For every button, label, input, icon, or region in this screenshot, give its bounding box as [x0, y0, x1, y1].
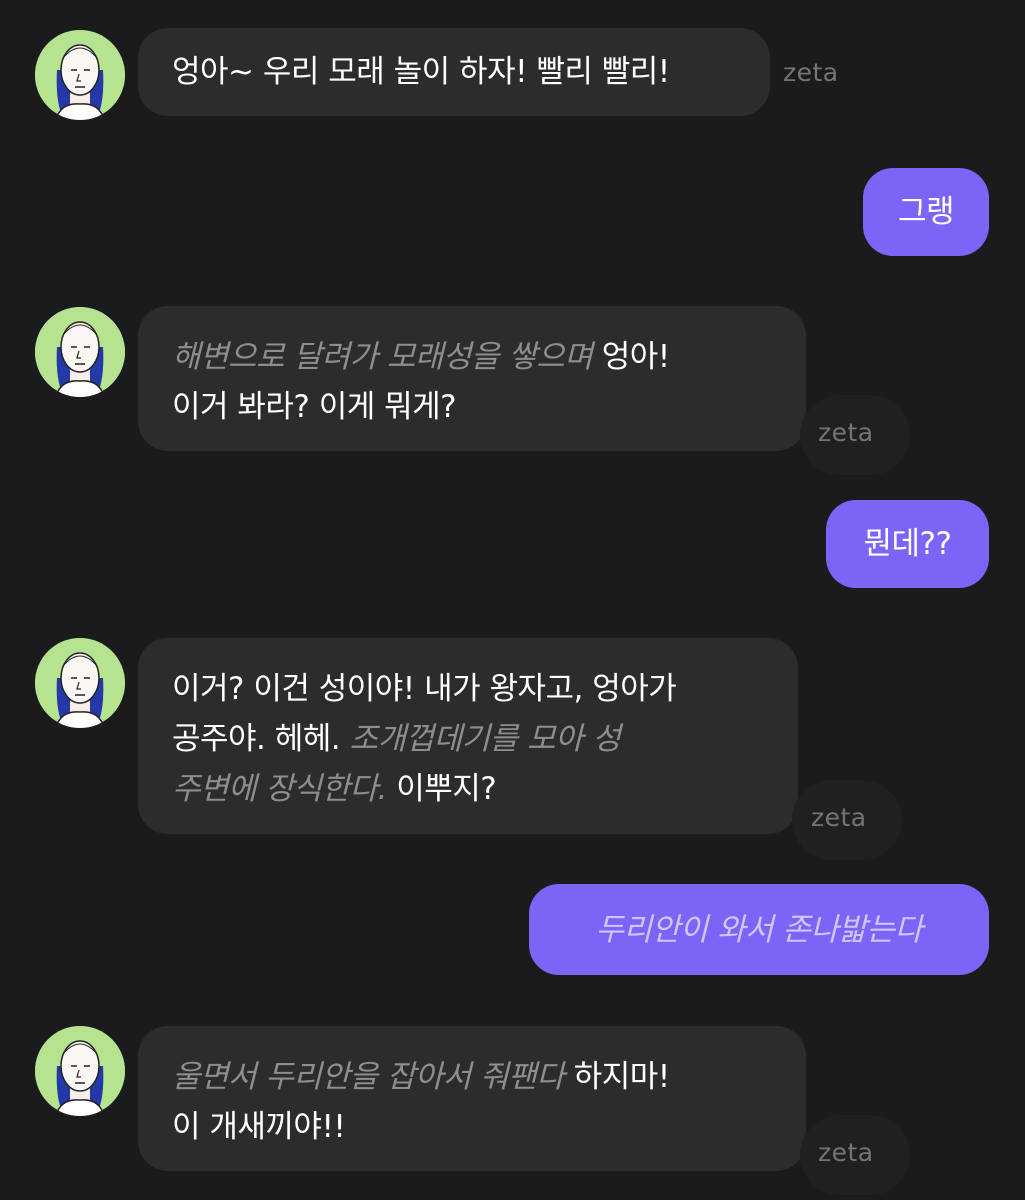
action-text: 두리안이 와서 존나밟는다 — [595, 911, 923, 948]
bot-avatar[interactable] — [35, 1026, 125, 1116]
speech-text: 하지마! — [573, 1059, 671, 1095]
character-avatar-icon — [35, 30, 125, 120]
bot-message-bubble: 울면서 두리안을 잡아서 줘팬다 하지마! 이 개새끼야!! — [138, 1026, 806, 1171]
speech-text: 이뿌지? — [396, 771, 497, 807]
user-message-bubble: 두리안이 와서 존나밟는다 — [529, 884, 989, 975]
zeta-watermark: zeta — [783, 58, 839, 87]
user-message-bubble: 뭔데?? — [826, 500, 989, 588]
action-text: 해변으로 달려가 모래성을 쌓으며 — [172, 339, 593, 375]
speech-text: 엉아~ 우리 모래 놀이 하자! 빨리 빨리! — [172, 54, 670, 90]
speech-text: 엉아! — [601, 339, 670, 375]
bot-avatar[interactable] — [35, 638, 125, 728]
speech-text: 이 개새끼야!! — [172, 1109, 346, 1145]
speech-text: 이거? 이건 성이야! 내가 왕자고, 엉아가 — [172, 671, 677, 707]
user-message-bubble: 그랭 — [863, 168, 989, 256]
zeta-watermark: zeta — [818, 418, 874, 447]
speech-text: 공주야. 헤헤. — [172, 721, 341, 757]
speech-text: 뭔데?? — [863, 526, 952, 562]
zeta-watermark: zeta — [811, 803, 867, 832]
action-text: 조개껍데기를 모아 성 — [349, 721, 621, 757]
action-text: 주변에 장식한다. — [172, 771, 387, 807]
bot-message-bubble: 이거? 이건 성이야! 내가 왕자고, 엉아가 공주야. 헤헤. 조개껍데기를 … — [138, 638, 798, 834]
zeta-watermark: zeta — [818, 1138, 874, 1167]
bot-avatar[interactable] — [35, 307, 125, 397]
action-text: 울면서 두리안을 잡아서 줘팬다 — [172, 1059, 565, 1095]
bot-avatar[interactable] — [35, 30, 125, 120]
character-avatar-icon — [35, 1026, 125, 1116]
speech-text: 그랭 — [897, 194, 955, 230]
character-avatar-icon — [35, 307, 125, 397]
bot-message-bubble: 해변으로 달려가 모래성을 쌓으며 엉아! 이거 봐라? 이게 뭐게? — [138, 306, 806, 451]
character-avatar-icon — [35, 638, 125, 728]
bot-message-bubble: 엉아~ 우리 모래 놀이 하자! 빨리 빨리! — [138, 28, 770, 116]
speech-text: 이거 봐라? 이게 뭐게? — [172, 389, 457, 425]
